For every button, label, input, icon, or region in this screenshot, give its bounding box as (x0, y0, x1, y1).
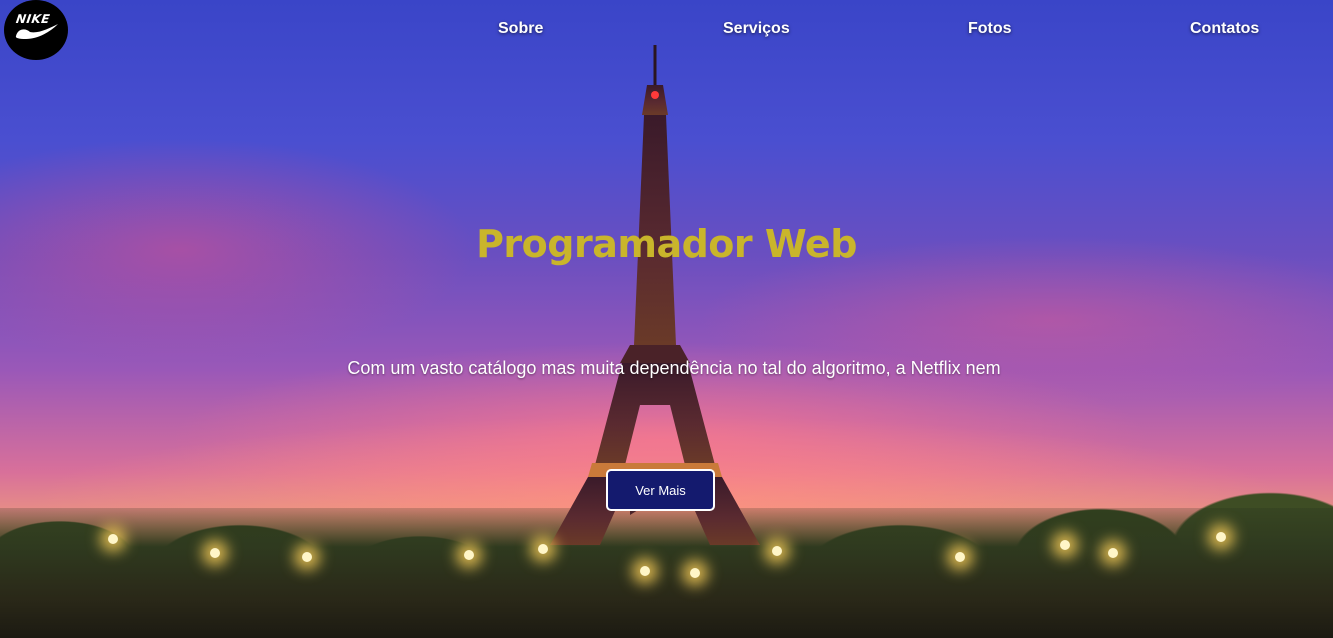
nav-link-servicos[interactable]: Serviços (723, 20, 790, 38)
nav-link-fotos[interactable]: Fotos (968, 20, 1012, 38)
main-nav: Sobre Serviços Fotos Contatos (0, 20, 1333, 44)
ver-mais-button[interactable]: Ver Mais (606, 469, 715, 511)
hero-title: Programador Web (476, 222, 857, 266)
hero-section (0, 0, 1333, 638)
nav-link-contatos[interactable]: Contatos (1190, 20, 1259, 38)
nav-link-sobre[interactable]: Sobre (498, 20, 543, 38)
hero-subtitle: Com um vasto catálogo mas muita dependên… (347, 358, 1001, 378)
